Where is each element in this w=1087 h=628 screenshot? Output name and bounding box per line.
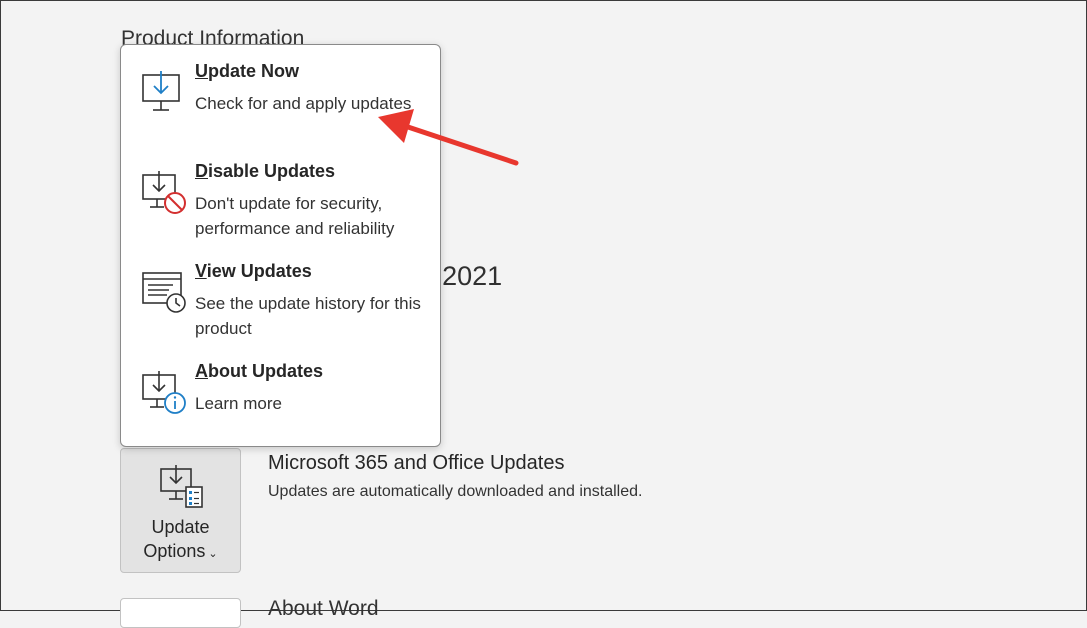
chevron-down-icon: ⌄ [208, 548, 218, 560]
menu-item-title: Update Now [195, 61, 300, 81]
update-options-label: Update Options ⌄ [121, 515, 240, 566]
menu-item-title: Disable Updates [195, 161, 336, 181]
update-options-label-line2: Options [143, 541, 206, 561]
about-button[interactable] [120, 598, 241, 628]
download-monitor-icon [142, 71, 180, 111]
about-title: About Word [268, 597, 379, 620]
about-updates-icon [142, 371, 186, 414]
menu-item-title: About Updates [195, 361, 323, 381]
menu-item-description: See the update history for this product [195, 294, 421, 338]
updates-info: Microsoft 365 and Office Updates Updates… [268, 452, 642, 501]
menu-item-description: Don't update for security, performance a… [195, 194, 395, 238]
annotation-arrow-icon [378, 109, 519, 166]
menu-item-about-updates[interactable]: About Updates Learn more [121, 349, 440, 447]
menu-item-description: Learn more [195, 394, 282, 413]
disable-updates-icon [142, 171, 186, 214]
updates-title: Microsoft 365 and Office Updates [268, 452, 565, 474]
update-history-icon [142, 272, 186, 313]
update-options-label-line1: Update [151, 517, 210, 537]
updates-description: Updates are automatically downloaded and… [268, 483, 643, 500]
update-options-icon [160, 465, 203, 508]
menu-item-title: View Updates [195, 261, 312, 281]
menu-item-view-updates[interactable]: View Updates See the update history for … [121, 249, 440, 347]
update-options-button[interactable]: Update Options ⌄ [120, 448, 241, 573]
